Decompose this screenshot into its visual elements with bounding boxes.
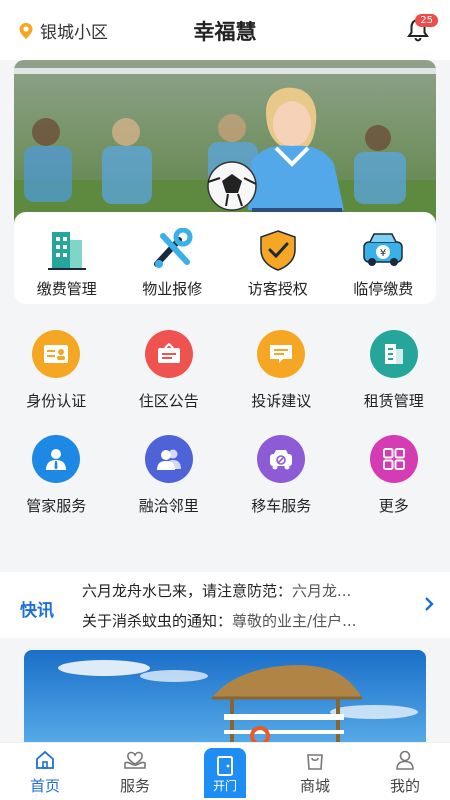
service-rental[interactable]: 租赁管理 bbox=[338, 330, 450, 411]
service-more[interactable]: 更多 bbox=[338, 435, 450, 516]
quick-actions-card: 缴费管理 物业报修 访客授权 ¥ 临停缴费 bbox=[14, 212, 436, 304]
chevron-right-icon[interactable] bbox=[424, 596, 434, 612]
door-icon bbox=[217, 756, 233, 776]
grid-icon bbox=[369, 435, 418, 483]
neighbors-icon bbox=[144, 435, 193, 483]
news-item[interactable]: 六月龙舟水已来，请注意防范：六月龙... bbox=[82, 580, 382, 601]
service-label: 身份认证 bbox=[26, 392, 87, 410]
wrench-screwdriver-icon bbox=[154, 228, 193, 268]
shield-check-icon bbox=[260, 230, 296, 271]
quick-action-repair[interactable]: 物业报修 bbox=[120, 212, 226, 304]
building-doc-icon bbox=[369, 330, 418, 378]
message-icon bbox=[257, 330, 306, 378]
news-ticker[interactable]: 快讯 六月龙舟水已来，请注意防范：六月龙... 关于消杀蚊虫的通知：尊敬的业主/… bbox=[0, 572, 450, 638]
news-summary: 六月龙... bbox=[292, 582, 352, 600]
tab-home[interactable]: 首页 bbox=[0, 743, 90, 800]
news-title: 六月龙舟水已来，请注意防范： bbox=[82, 582, 293, 600]
shopping-bag-icon bbox=[307, 754, 323, 770]
open-door-label: 开门 bbox=[212, 779, 237, 793]
service-label: 住区公告 bbox=[138, 392, 199, 410]
news-item[interactable]: 关于消杀蚊虫的通知：尊敬的业主/住户... bbox=[82, 610, 382, 631]
news-tag: 快讯 bbox=[20, 601, 54, 621]
service-hands-icon bbox=[124, 751, 146, 769]
tab-mall[interactable]: 商城 bbox=[270, 743, 360, 800]
home-icon bbox=[36, 750, 54, 769]
service-label: 投诉建议 bbox=[251, 392, 312, 410]
tab-service[interactable]: 服务 bbox=[90, 743, 180, 800]
service-notice[interactable]: 住区公告 bbox=[113, 330, 226, 411]
building-icon bbox=[47, 232, 86, 270]
quick-action-parking[interactable]: ¥ 临停缴费 bbox=[331, 212, 437, 304]
tab-label: 首页 bbox=[29, 777, 60, 795]
svg-text:¥: ¥ bbox=[380, 248, 386, 259]
service-label: 融洽邻里 bbox=[138, 497, 199, 515]
move-car-icon bbox=[257, 435, 306, 483]
banner-secondary-image bbox=[24, 650, 426, 750]
tab-label: 商城 bbox=[299, 777, 330, 795]
service-label: 管家服务 bbox=[26, 497, 87, 515]
id-card-icon bbox=[32, 330, 81, 378]
quick-action-visitor[interactable]: 访客授权 bbox=[225, 212, 331, 304]
car-yuan-icon: ¥ bbox=[363, 233, 403, 266]
quick-action-label: 临停缴费 bbox=[353, 280, 414, 298]
user-icon bbox=[396, 750, 414, 770]
quick-action-label: 缴费管理 bbox=[36, 280, 97, 298]
news-title: 关于消杀蚊虫的通知： bbox=[82, 612, 233, 630]
quick-action-payment[interactable]: 缴费管理 bbox=[14, 212, 120, 304]
top-header: 银城小区 幸福慧 25 bbox=[0, 0, 450, 60]
service-label: 租赁管理 bbox=[363, 392, 424, 410]
tab-label: 服务 bbox=[119, 777, 150, 795]
service-identity[interactable]: 身份认证 bbox=[0, 330, 113, 411]
services-grid: 身份认证 住区公告 投诉建议 租赁管理 管家服务 融洽邻里 移车服务 更多 bbox=[0, 330, 450, 516]
notice-board-icon bbox=[144, 330, 193, 378]
open-door-button[interactable]: 开门 bbox=[204, 748, 246, 798]
service-complaint[interactable]: 投诉建议 bbox=[225, 330, 338, 411]
tab-label: 我的 bbox=[389, 777, 420, 795]
service-label: 更多 bbox=[378, 497, 409, 515]
service-neighbors[interactable]: 融洽邻里 bbox=[113, 435, 226, 516]
service-label: 移车服务 bbox=[251, 497, 312, 515]
butler-icon bbox=[32, 435, 81, 483]
promo-banner-secondary[interactable] bbox=[24, 650, 426, 750]
service-move-car[interactable]: 移车服务 bbox=[225, 435, 338, 516]
quick-action-label: 物业报修 bbox=[142, 280, 203, 298]
notification-badge: 25 bbox=[415, 14, 438, 27]
tab-profile[interactable]: 我的 bbox=[360, 743, 450, 800]
news-summary: 尊敬的业主/住户... bbox=[232, 612, 357, 630]
app-root: 银城小区 幸福慧 25 缴费管理 物业报修 访客授权 ¥ 临停缴费 身份认证 住… bbox=[0, 0, 450, 800]
quick-action-label: 访客授权 bbox=[247, 280, 308, 298]
service-butler[interactable]: 管家服务 bbox=[0, 435, 113, 516]
page-title: 幸福慧 bbox=[193, 20, 257, 44]
